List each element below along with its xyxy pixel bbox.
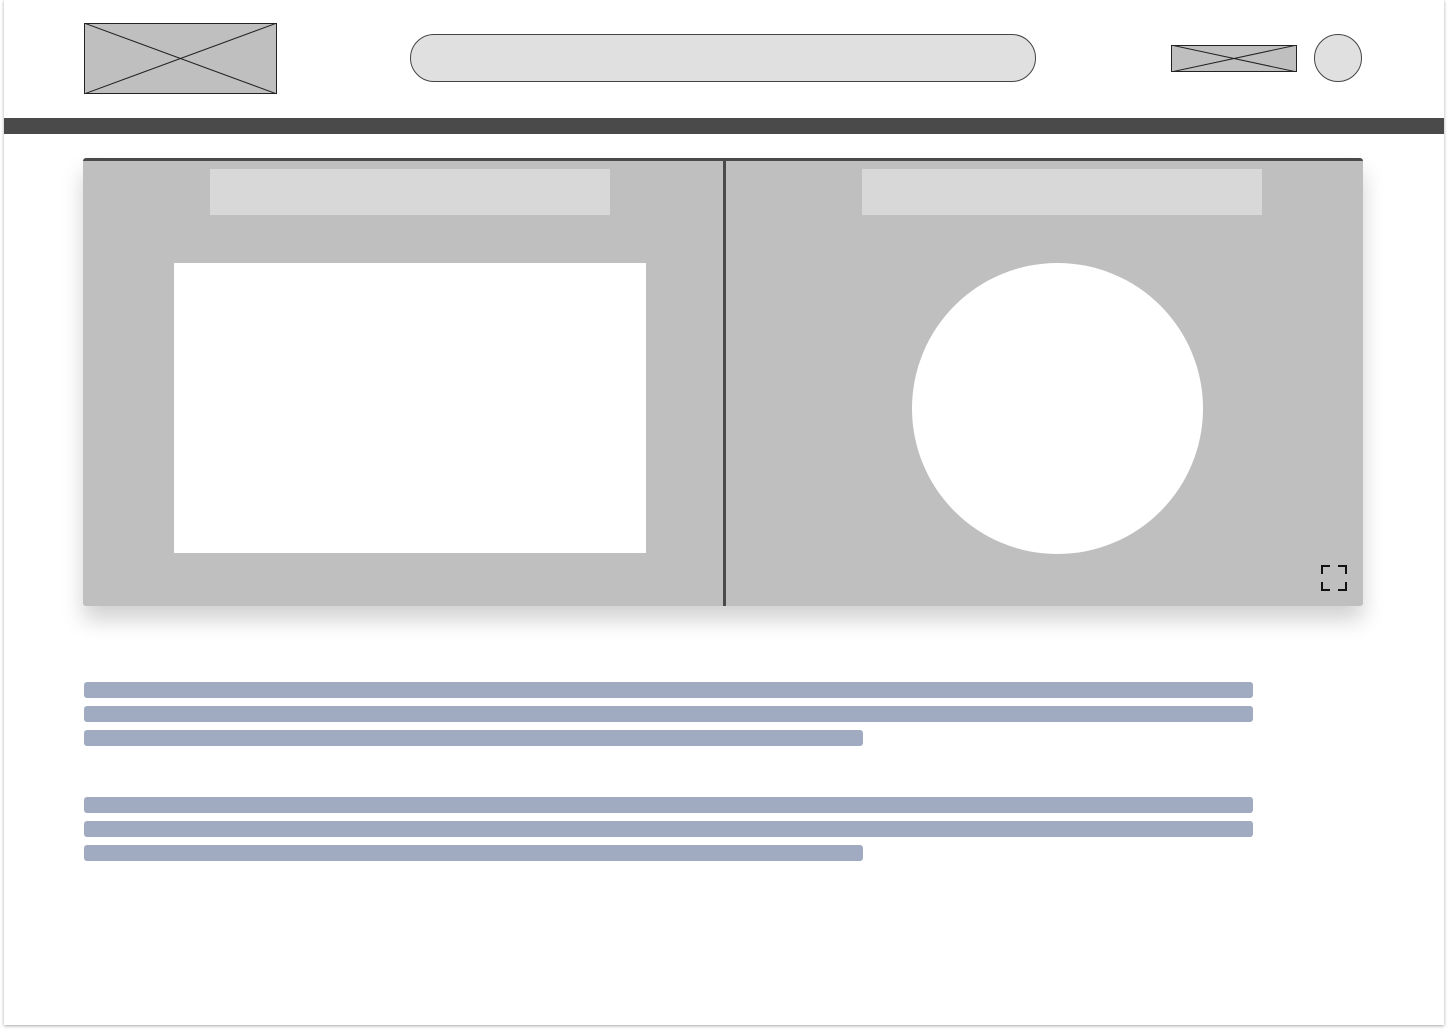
avatar[interactable] [1314, 34, 1362, 82]
text-line [84, 682, 1253, 698]
slide-divider [723, 161, 726, 606]
carousel [83, 158, 1363, 606]
header-image-placeholder[interactable] [1170, 44, 1298, 73]
navigation-bar [4, 118, 1444, 134]
text-line [84, 845, 863, 861]
text-line [84, 797, 1253, 813]
page [4, 0, 1444, 1025]
logo-image[interactable] [83, 22, 278, 95]
image-placeholder-icon [83, 22, 278, 95]
text-line [84, 706, 1253, 722]
text-line [84, 730, 863, 746]
image-placeholder-icon [1170, 44, 1298, 73]
text-line [84, 821, 1253, 837]
slide-image-rectangle[interactable] [174, 263, 646, 553]
search-input[interactable] [410, 34, 1036, 82]
paragraph-placeholder [84, 797, 1254, 869]
fullscreen-button[interactable] [1320, 564, 1348, 592]
slide-title-left [210, 169, 610, 215]
slide-image-circle[interactable] [912, 263, 1203, 554]
paragraph-placeholder [84, 682, 1254, 754]
slide-title-right [862, 169, 1262, 215]
fullscreen-icon [1321, 565, 1347, 591]
